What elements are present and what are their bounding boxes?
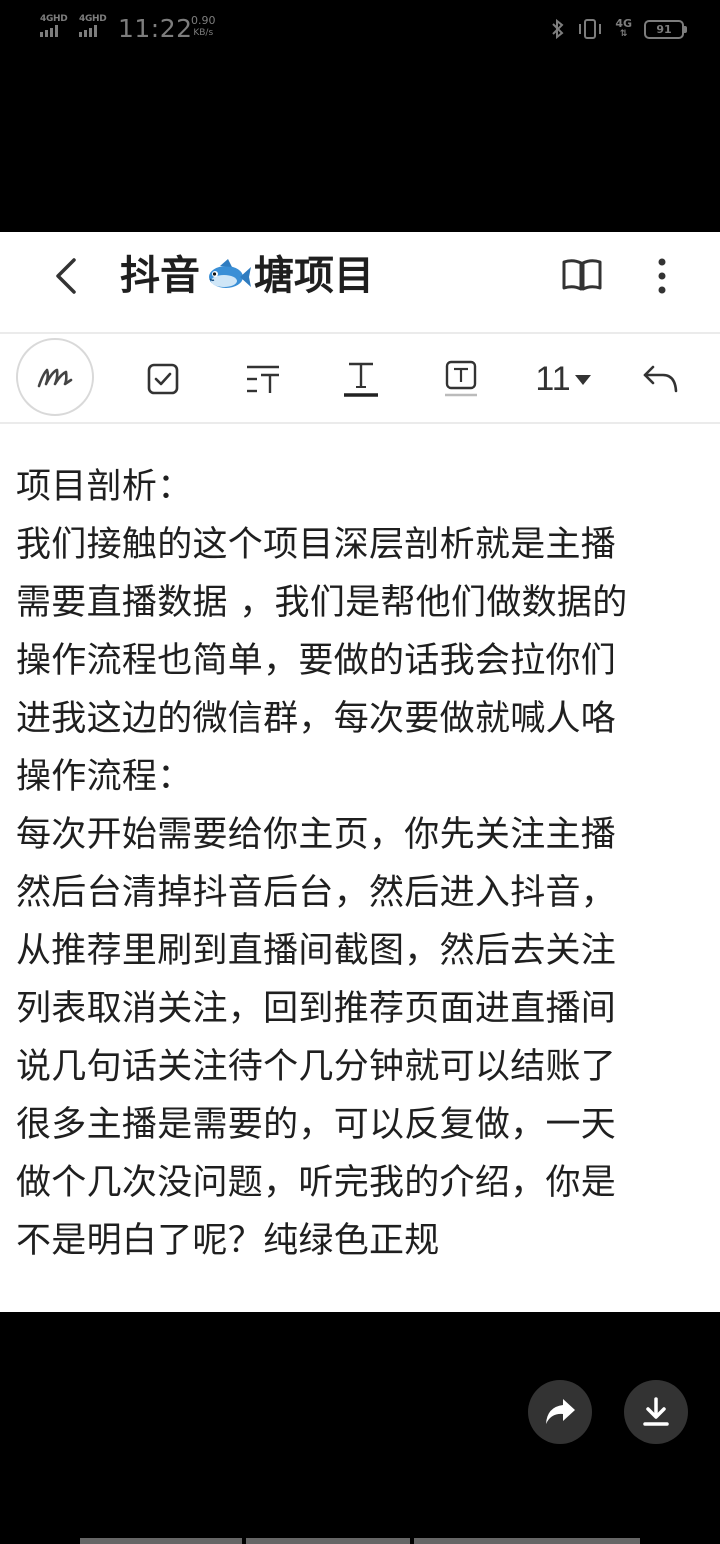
text-spacing-icon xyxy=(247,365,279,393)
note-line: 然后台清掉抖音后台，然后进入抖音， xyxy=(16,873,617,913)
bluetooth-icon xyxy=(552,18,564,40)
note-line: 操作流程： xyxy=(16,757,193,797)
checkbox-button[interactable] xyxy=(140,334,186,424)
battery-icon: 91 xyxy=(644,19,687,39)
chevron-down-icon xyxy=(574,375,591,385)
screenshot-viewer: 4GHD 4GHD 11:22 0.90 KB/s 4G ⇅ 91 抖音 塘项目… xyxy=(0,0,720,1544)
network-type: 4G xyxy=(615,17,632,30)
note-line: 说几句话关注待个几分钟就可以结账了 xyxy=(16,1047,617,1087)
note-line: 从推荐里刷到直播间截图，然后去关注 xyxy=(16,931,617,971)
note-card: 抖音 塘项目 11 项目剖析： 我们接触的这个项目深层剖析就是主播 需要直播数据… xyxy=(0,232,720,1312)
handwriting-button[interactable] xyxy=(16,338,94,416)
signal-bars-icon xyxy=(79,25,97,37)
vibrate-icon xyxy=(579,19,602,39)
mobile-data-indicator: 4G ⇅ xyxy=(615,18,632,40)
undo-button[interactable] xyxy=(638,334,684,424)
fish-icon xyxy=(209,259,251,288)
font-size-select[interactable]: 11 xyxy=(528,334,598,424)
editor-toolbar: 11 xyxy=(0,334,720,424)
share-arrow-icon xyxy=(546,1399,575,1424)
text-box-button[interactable] xyxy=(438,334,484,424)
font-size-number: 11 xyxy=(535,359,571,398)
text-underline-icon xyxy=(344,362,378,397)
download-icon xyxy=(643,1397,669,1426)
network-speed: 0.90 KB/s xyxy=(191,15,216,39)
sim2-label: 4GHD xyxy=(79,14,107,24)
gesture-bar xyxy=(414,1538,640,1544)
status-bar: 4GHD 4GHD 11:22 0.90 KB/s 4G ⇅ 91 xyxy=(0,0,720,58)
handwriting-pen-icon xyxy=(37,368,73,388)
note-line: 进我这边的微信群，每次要做就喊人咯 xyxy=(16,699,617,739)
back-chevron-icon[interactable] xyxy=(46,252,86,300)
undo-icon xyxy=(643,365,678,393)
text-spacing-button[interactable] xyxy=(240,334,286,424)
note-line: 每次开始需要给你主页，你先关注主播 xyxy=(16,815,617,855)
note-line: 做个几次没问题，听完我的介绍，你是 xyxy=(16,1163,617,1203)
note-line: 列表取消关注，回到推荐页面进直播间 xyxy=(16,989,617,1029)
note-line: 操作流程也简单，要做的话我会拉你们 xyxy=(16,641,617,681)
note-header: 抖音 塘项目 xyxy=(0,232,720,332)
sim1-label: 4GHD xyxy=(40,14,68,24)
page-title: 抖音 塘项目 xyxy=(120,246,374,306)
title-text-start: 抖音 xyxy=(120,253,200,299)
note-line: 需要直播数据 ，我们是帮他们做数据的 xyxy=(16,583,628,623)
data-arrows-icon: ⇅ xyxy=(619,29,628,39)
open-book-icon[interactable] xyxy=(560,256,604,294)
sim2-signal: 4GHD xyxy=(79,14,107,37)
note-body[interactable]: 项目剖析： 我们接触的这个项目深层剖析就是主播 需要直播数据 ，我们是帮他们做数… xyxy=(16,458,716,1270)
status-icons: 4G ⇅ 91 xyxy=(551,14,687,44)
share-button[interactable] xyxy=(528,1380,592,1444)
text-style-button[interactable] xyxy=(338,334,384,424)
more-vertical-icon[interactable] xyxy=(648,254,676,298)
signal-bars-icon xyxy=(40,25,58,37)
note-line: 很多主播是需要的，可以反复做，一天 xyxy=(16,1105,617,1145)
battery-level: 91 xyxy=(656,22,672,36)
clock: 11:22 xyxy=(118,14,193,43)
download-button[interactable] xyxy=(624,1380,688,1444)
note-line: 项目剖析： xyxy=(16,467,193,507)
speed-unit: KB/s xyxy=(193,28,214,38)
checkbox-icon xyxy=(147,363,179,395)
gesture-bar xyxy=(246,1538,410,1544)
note-line: 不是明白了呢？纯绿色正规 xyxy=(16,1221,440,1261)
text-box-icon xyxy=(445,360,477,397)
font-size-value: 11 xyxy=(535,359,591,399)
speed-value: 0.90 xyxy=(191,14,216,27)
title-text-end: 塘项目 xyxy=(254,253,374,299)
note-line: 我们接触的这个项目深层剖析就是主播 xyxy=(16,525,617,565)
sim1-signal: 4GHD xyxy=(40,14,68,37)
gesture-bar xyxy=(80,1538,242,1544)
toolbar-divider xyxy=(0,422,720,424)
